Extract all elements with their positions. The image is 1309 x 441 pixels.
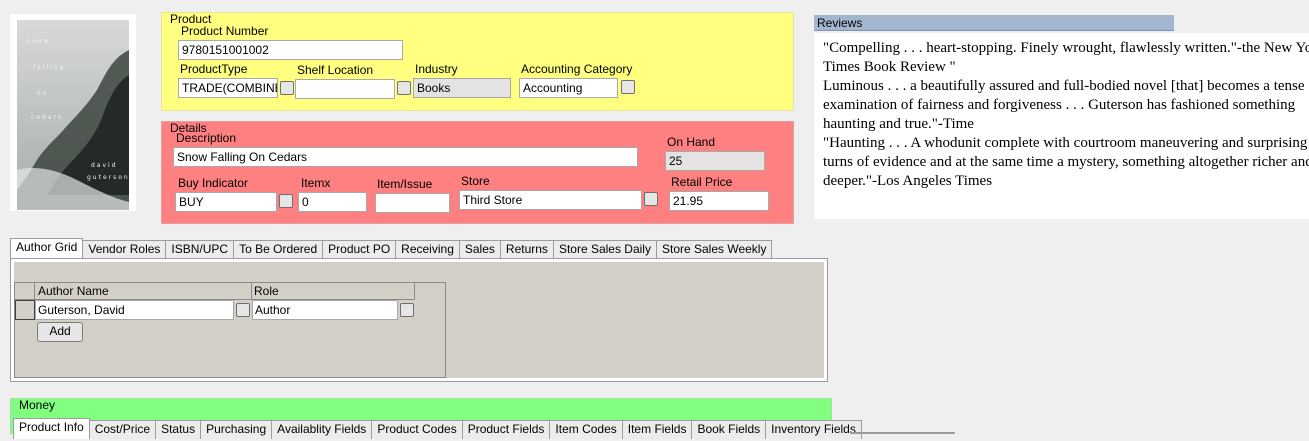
accounting-category-lookup-button[interactable]	[621, 80, 635, 94]
add-button[interactable]: Add	[37, 322, 83, 342]
item-issue-label: Item/Issue	[377, 177, 433, 191]
author-name-lookup-button[interactable]	[236, 303, 250, 317]
cover-author-line: guterson	[87, 174, 129, 181]
review-line: turns of evidence and at the same time a…	[823, 154, 1309, 170]
itemx-label: Itemx	[301, 176, 331, 190]
industry-label: Industry	[415, 62, 458, 76]
on-hand-label: On Hand	[667, 135, 716, 149]
store-lookup-button[interactable]	[644, 192, 658, 206]
tab-availability-fields[interactable]: Availablity Fields	[271, 420, 373, 439]
description-field[interactable]: Snow Falling On Cedars	[173, 147, 638, 167]
review-line: deeper."-Los Angeles Times	[823, 173, 993, 189]
industry-field: Books	[413, 78, 511, 98]
review-line: Luminous . . . a beautifully assured and…	[823, 78, 1305, 94]
tab-isbn-upc[interactable]: ISBN/UPC	[165, 240, 235, 259]
description-label: Description	[176, 131, 237, 145]
cover-title-line: snow	[27, 38, 51, 45]
tab-author-grid[interactable]: Author Grid	[10, 238, 84, 259]
on-hand-field: 25	[665, 151, 765, 171]
product-number-label: Product Number	[181, 24, 269, 38]
retail-price-label: Retail Price	[671, 175, 733, 189]
shelf-location-label: Shelf Location	[297, 63, 374, 77]
tab-receiving[interactable]: Receiving	[395, 240, 460, 259]
product-number-field[interactable]: 9780151001002	[178, 40, 403, 60]
row-selector[interactable]	[15, 300, 35, 320]
tab-item-codes[interactable]: Item Codes	[549, 420, 623, 439]
buy-indicator-field[interactable]: BUY	[175, 192, 277, 212]
tab-store-sales-daily[interactable]: Store Sales Daily	[552, 240, 657, 259]
tab-returns[interactable]: Returns	[499, 240, 554, 259]
product-type-label: ProductType	[180, 62, 248, 76]
tab-cost-price[interactable]: Cost/Price	[88, 420, 157, 439]
shelf-location-lookup-button[interactable]	[397, 81, 411, 95]
tab-inventory-fields[interactable]: Inventory Fields	[765, 420, 862, 439]
product-type-lookup-button[interactable]	[280, 81, 294, 95]
cover-author-line: david	[91, 162, 118, 169]
review-line: "Haunting . . . A whodunit complete with…	[823, 135, 1308, 151]
store-label: Store	[461, 174, 490, 188]
column-header-author-name[interactable]: Author Name	[35, 283, 252, 300]
tab-book-fields[interactable]: Book Fields	[691, 420, 767, 439]
money-group-title: Money	[19, 398, 56, 412]
money-tab-strip: Product Info Cost/Price Status Purchasin…	[13, 418, 862, 441]
tab-sales[interactable]: Sales	[458, 240, 501, 259]
tab-product-info[interactable]: Product Info	[13, 418, 90, 439]
review-line: examination of fairness and forgiveness …	[823, 97, 1296, 113]
reviews-panel[interactable]: "Compelling . . . heart-stopping. Finely…	[814, 33, 1309, 219]
shelf-location-field[interactable]	[295, 79, 395, 99]
tab-to-be-ordered[interactable]: To Be Ordered	[233, 240, 324, 259]
buy-indicator-lookup-button[interactable]	[279, 194, 293, 208]
tab-vendor-roles[interactable]: Vendor Roles	[82, 240, 167, 259]
tab-item-fields[interactable]: Item Fields	[621, 420, 693, 439]
grid-corner-header	[15, 283, 35, 300]
reviews-header: Reviews	[814, 15, 1174, 31]
accounting-category-field[interactable]: Accounting	[519, 78, 618, 98]
buy-indicator-label: Buy Indicator	[178, 176, 249, 190]
tab-product-fields[interactable]: Product Fields	[461, 420, 551, 439]
accounting-category-label: Accounting Category	[521, 62, 633, 76]
tab-product-po[interactable]: Product PO	[322, 240, 397, 259]
grid-cell-role[interactable]: Author	[252, 300, 398, 320]
cover-title-line: on	[37, 90, 49, 97]
item-issue-field[interactable]	[375, 193, 450, 213]
itemx-field[interactable]: 0	[298, 192, 367, 212]
tab-product-codes[interactable]: Product Codes	[371, 420, 463, 439]
reviews-title: Reviews	[817, 16, 863, 30]
role-lookup-button[interactable]	[400, 303, 414, 317]
tab-status[interactable]: Status	[155, 420, 202, 439]
cover-title-line: falling	[33, 64, 66, 71]
store-field[interactable]: Third Store	[459, 190, 642, 210]
column-header-role[interactable]: Role	[252, 283, 415, 300]
retail-price-field[interactable]: 21.95	[669, 191, 769, 211]
tab-store-sales-weekly[interactable]: Store Sales Weekly	[655, 240, 773, 259]
review-line: haunting and true."-Time	[823, 116, 974, 132]
product-type-field[interactable]: TRADE(COMBINED	[178, 78, 278, 98]
book-cover-image: snow falling on cedars david guterson	[10, 14, 136, 211]
review-line: "Compelling . . . heart-stopping. Finely…	[823, 40, 1309, 56]
grid-cell-author-name[interactable]: Guterson, David	[35, 300, 234, 320]
review-line: Times Book Review "	[823, 59, 956, 75]
cover-title-line: cedars	[31, 114, 64, 121]
tab-purchasing[interactable]: Purchasing	[200, 420, 273, 439]
